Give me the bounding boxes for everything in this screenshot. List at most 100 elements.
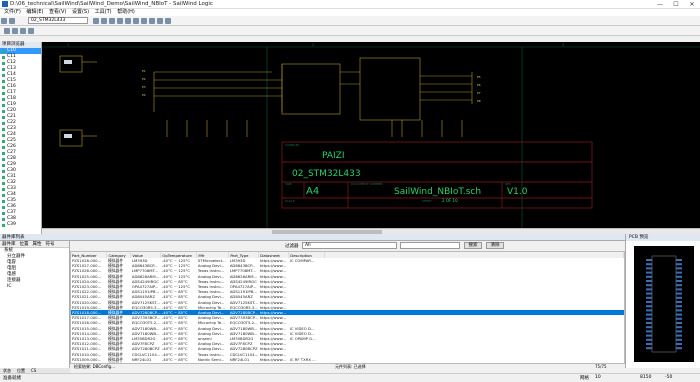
- pcb-pad: [676, 343, 682, 345]
- tree-item[interactable]: C39: [0, 222, 41, 228]
- redo-icon[interactable]: [141, 18, 147, 24]
- lib-tree-item[interactable]: IC: [0, 284, 69, 290]
- print-icon[interactable]: [101, 18, 107, 24]
- parts-grid: Part_Number Category Value OpTemperature Mfr…: [71, 252, 624, 363]
- pcb-pad: [646, 330, 652, 333]
- minimize-button[interactable]: —: [652, 0, 668, 9]
- tb-size: A4: [306, 186, 319, 197]
- pcb-pad: [646, 284, 652, 287]
- svg-text:P4: P4: [142, 93, 146, 97]
- library-tree-panel: 器件库 位置 属性 符号 系统 分立器件 电容 电阻 电感 连接器 IC: [0, 241, 70, 368]
- pcb-pad: [646, 263, 652, 266]
- pcb-pad: [646, 292, 652, 295]
- library-panel-header: 器件库列表: [0, 234, 700, 241]
- pcb-pad: [676, 317, 682, 320]
- table-cell: LMP7708MT...: [229, 268, 256, 274]
- svg-text:P7: P7: [477, 91, 481, 95]
- pcb-pad: [676, 338, 682, 341]
- pcb-pad: [646, 338, 652, 341]
- table-status-left: 检索结果: DBConfig...: [74, 364, 116, 369]
- pcb-pad: [676, 326, 682, 329]
- cut-icon[interactable]: [109, 18, 115, 24]
- pcb-pad: [676, 259, 682, 261]
- menu-bar: 文件(F) 编辑(E) 查看(V) 设置(S) 工具(T) 帮助(H): [0, 9, 700, 16]
- pcb-pad: [646, 267, 652, 270]
- pcb-pad: [676, 275, 682, 278]
- menu-edit[interactable]: 编辑(E): [26, 9, 43, 16]
- pcb-pad: [676, 322, 682, 324]
- paste-icon[interactable]: [125, 18, 131, 24]
- pcb-pad: [646, 271, 652, 274]
- menu-settings[interactable]: 设置(S): [72, 9, 89, 16]
- clear-button[interactable]: 清除: [486, 242, 504, 249]
- select-icon[interactable]: [157, 18, 163, 24]
- menu-help[interactable]: 帮助(H): [117, 9, 135, 16]
- sheet-select[interactable]: 02_STM32L433: [28, 17, 88, 24]
- library-tabs: 器件库 位置 属性 符号: [0, 241, 69, 248]
- tb-sheet-name: 02_STM32L433: [292, 169, 361, 179]
- table-status-count: 75/75: [595, 364, 607, 369]
- copy-icon[interactable]: [117, 18, 123, 24]
- pcb-pad: [646, 280, 652, 282]
- toolbar-icons: [92, 16, 172, 26]
- tb-doc: SailWind_NBIoT.sch: [394, 187, 481, 197]
- open-icon[interactable]: [9, 18, 15, 24]
- app-icon: [2, 1, 8, 7]
- status-text: 准备就绪: [3, 376, 21, 381]
- menu-file[interactable]: 文件(F): [4, 9, 21, 16]
- status-bar: 准备就绪 网格 10 8150 -50: [0, 373, 700, 382]
- svg-text:P1: P1: [142, 69, 146, 73]
- table-status-mid: 元件列表: 已选择: [335, 364, 366, 369]
- save-icon[interactable]: [93, 18, 99, 24]
- tab-library[interactable]: 器件库: [0, 241, 18, 248]
- pcb-pad: [646, 347, 652, 350]
- tb-sheet-label: SHEET: [422, 199, 432, 203]
- menu-tools[interactable]: 工具(T): [95, 9, 112, 16]
- pcb-pad: [676, 296, 682, 299]
- grid-value: 10: [595, 375, 601, 380]
- pcb-pad: [676, 309, 682, 312]
- filter-label: 过滤器: [285, 244, 299, 249]
- search-button[interactable]: 搜索: [464, 242, 482, 249]
- filter-input[interactable]: [400, 242, 460, 249]
- pcb-pad: [676, 313, 682, 316]
- svg-text:P6: P6: [477, 83, 481, 87]
- coord-x: 8150: [640, 375, 652, 380]
- pcb-pad: [676, 280, 682, 282]
- table-cell: Nordic Semi...: [197, 356, 225, 362]
- pcb-pad: [646, 301, 652, 303]
- menu-view[interactable]: 查看(V): [49, 9, 66, 16]
- text-icon[interactable]: [20, 28, 26, 34]
- schematic-canvas[interactable]: 123 P1 P2 P3 P4 P5 P6 P7 P8 COMPANY SIZE…: [42, 42, 700, 228]
- svg-text:P8: P8: [477, 99, 481, 103]
- maximize-button[interactable]: ☐: [668, 0, 684, 9]
- tab-position[interactable]: 位置: [18, 241, 31, 248]
- title-bar: D:\06_technical\SailWind\SailWind_Demo\S…: [0, 0, 700, 9]
- parts-table: Part_Number Category Value OpTemperature Mfr…: [70, 251, 625, 364]
- pcb-pad: [676, 267, 682, 270]
- table-cell: https://www...: [259, 320, 286, 326]
- table-status-bar: 检索结果: DBConfig... 元件列表: 已选择 75/75: [70, 364, 625, 369]
- close-button[interactable]: ✕: [684, 0, 700, 9]
- pcb-pad: [646, 309, 652, 312]
- wire-icon[interactable]: [165, 18, 171, 24]
- filter-select[interactable]: All: [302, 242, 397, 249]
- pcb-pad: [676, 301, 682, 303]
- pcb-pad: [646, 326, 652, 329]
- table-cell: Microchip Te...: [197, 320, 225, 326]
- tab-properties[interactable]: 属性: [31, 241, 44, 248]
- zoom-icon[interactable]: [149, 18, 155, 24]
- new-icon[interactable]: [1, 18, 7, 24]
- undo-icon[interactable]: [133, 18, 139, 24]
- pcb-pad: [676, 288, 682, 291]
- window-title: D:\06_technical\SailWind\SailWind_Demo\S…: [10, 1, 213, 7]
- project-panel: 项目浏览器 C10 C11 C12 C13 C14 C15 C16 C17 C18 C19 C20 C…: [0, 42, 42, 234]
- bus-icon[interactable]: [12, 28, 18, 34]
- add-part-icon[interactable]: [4, 28, 10, 34]
- pcb-pad: [646, 305, 652, 308]
- line-icon[interactable]: [28, 28, 34, 34]
- svg-text:P3: P3: [142, 85, 146, 89]
- tab-symbol[interactable]: 符号: [44, 241, 57, 248]
- pcb-pad: [676, 263, 682, 266]
- pcb-pad: [646, 334, 652, 337]
